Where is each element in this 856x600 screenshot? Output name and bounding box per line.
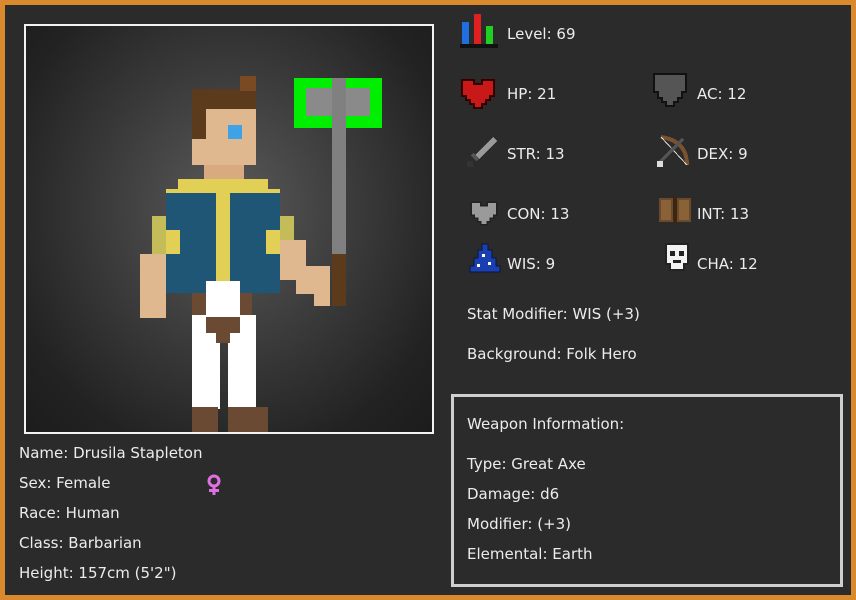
level-bars-icon (460, 14, 498, 48)
pixel-character-sprite (140, 76, 382, 432)
mask-icon (665, 243, 689, 271)
stat-level: Level: 69 (507, 25, 576, 43)
book-icon (659, 196, 691, 224)
sword-icon (467, 137, 497, 167)
stat-int: INT: 13 (697, 205, 750, 223)
weapon-modifier: Modifier: (+3) (467, 515, 572, 533)
weapon-type: Type: Great Axe (467, 455, 586, 473)
stat-cha: CHA: 12 (697, 255, 758, 273)
character-name: Name: Drusila Stapleton (19, 444, 203, 462)
character-sex: Sex: Female (19, 474, 111, 492)
character-background: Background: Folk Hero (467, 345, 637, 363)
character-race: Race: Human (19, 504, 120, 522)
stat-ac: AC: 12 (697, 85, 747, 103)
female-symbol-icon (207, 474, 221, 495)
weapon-damage: Damage: d6 (467, 485, 560, 503)
stat-hp: HP: 21 (507, 85, 557, 103)
stat-dex: DEX: 9 (697, 145, 748, 163)
weapon-heading: Weapon Information: (467, 415, 625, 433)
character-height: Height: 157cm (5'2") (19, 564, 177, 582)
shield-icon (653, 73, 687, 107)
character-portrait (24, 24, 434, 434)
character-class: Class: Barbarian (19, 534, 142, 552)
grey-heart-icon (470, 201, 498, 226)
stat-wis: WIS: 9 (507, 255, 556, 273)
character-sheet: Name: Drusila Stapleton Sex: Female Race… (0, 0, 856, 600)
heart-icon (461, 79, 495, 109)
bow-icon (657, 135, 689, 167)
stat-con: CON: 13 (507, 205, 570, 223)
stat-modifier: Stat Modifier: WIS (+3) (467, 305, 640, 323)
stat-str: STR: 13 (507, 145, 565, 163)
wizard-hat-icon (469, 243, 501, 273)
weapon-elemental: Elemental: Earth (467, 545, 593, 563)
